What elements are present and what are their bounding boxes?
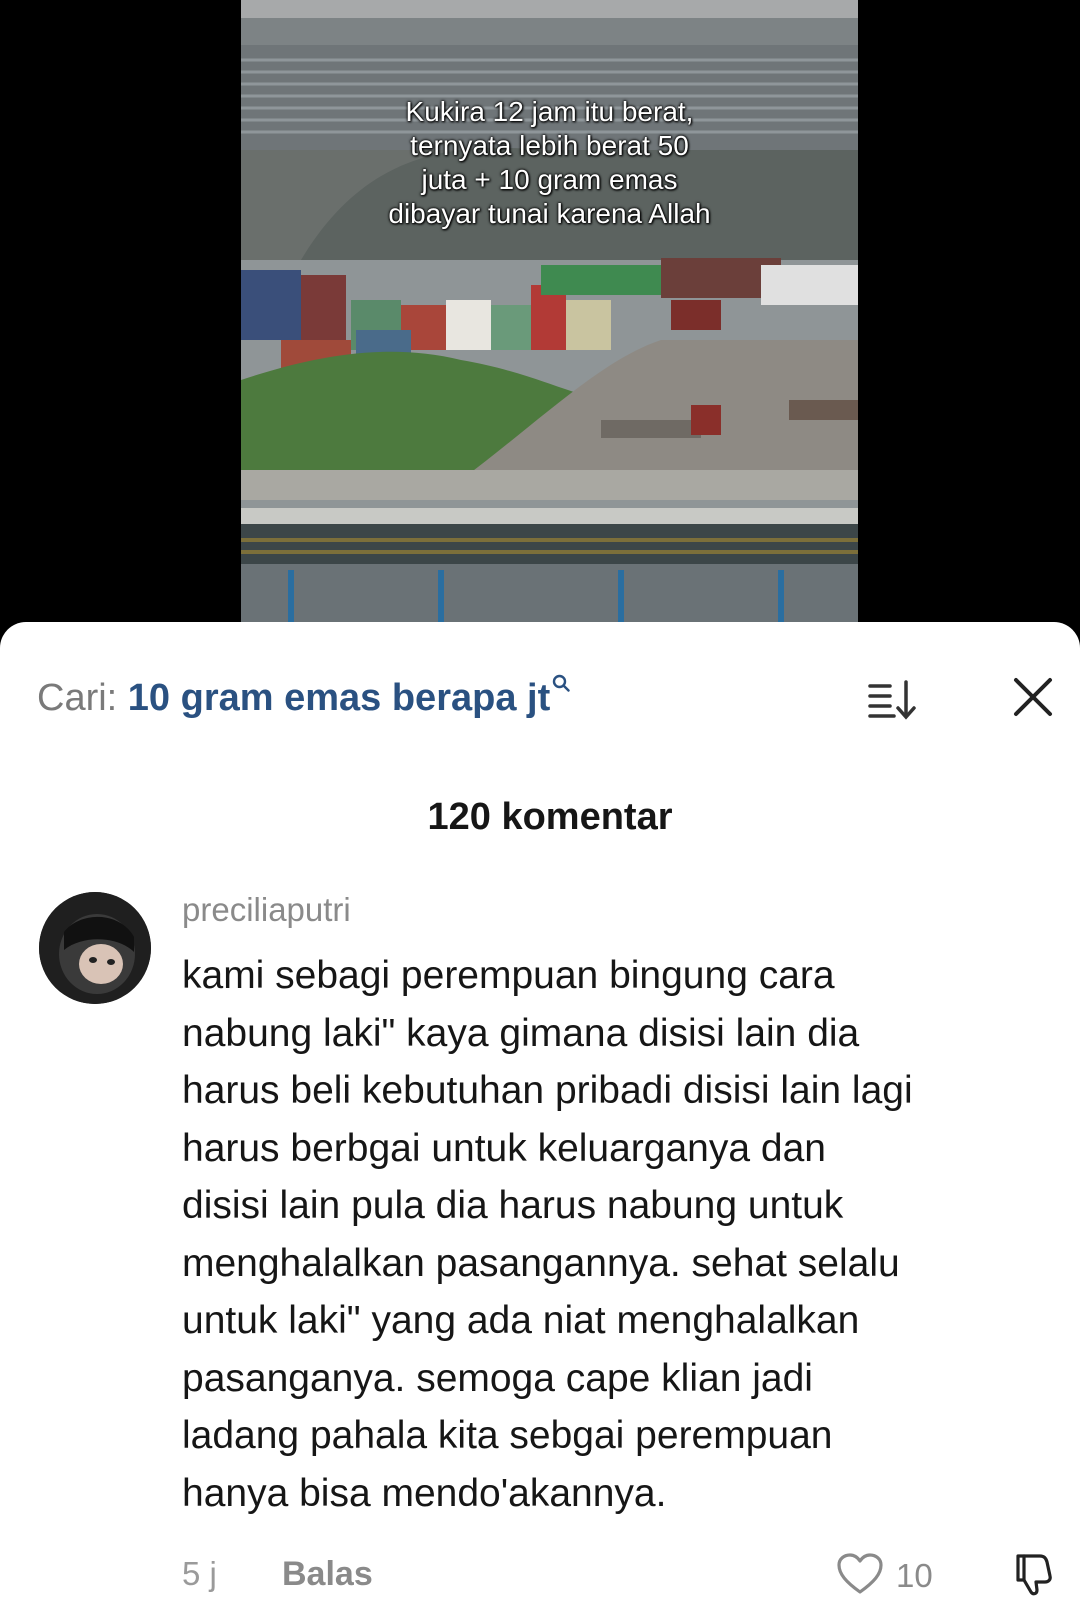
comment-line: harus beli kebutuhan pribadi disisi lain… [182, 1069, 913, 1112]
comments-sheet: Cari: 10 gram emas berapa jt 120 komenta… [0, 622, 1080, 1624]
video-caption: Kukira 12 jam itu berat, ternyata lebih … [241, 95, 858, 231]
comment-line: hanya bisa mendo'akannya. [182, 1471, 667, 1515]
video-scene [241, 0, 858, 624]
comment-line: ladang pahala kita sebgai perempuan [182, 1414, 833, 1457]
comment-line: disisi lain pula dia harus nabung untuk [182, 1184, 844, 1227]
search-icon[interactable] [552, 656, 570, 692]
comment-body: kami sebagi perempuan bingung cara nabun… [182, 947, 1072, 1522]
dislike-icon[interactable] [1010, 1550, 1058, 1598]
comment-line: pasanganya. semoga cape klian jadi [182, 1356, 813, 1400]
comment-line: untuk laki" yang ada niat menghalalkan [182, 1299, 860, 1342]
heart-icon[interactable] [836, 1552, 884, 1596]
search-suggestion[interactable]: Cari: 10 gram emas berapa jt [37, 674, 570, 722]
video-frame[interactable]: Kukira 12 jam itu berat, ternyata lebih … [241, 0, 858, 624]
comment-line: harus berbgai untuk keluarganya dan [182, 1126, 826, 1170]
sort-icon[interactable] [868, 678, 918, 722]
close-icon[interactable] [1010, 674, 1056, 720]
comment-line: nabung laki" kaya gimana disisi lain dia [182, 1011, 860, 1055]
reply-button[interactable]: Balas [282, 1554, 373, 1594]
avatar[interactable] [39, 892, 151, 1004]
comment-time: 5 j [182, 1555, 217, 1592]
video-caption-line: Kukira 12 jam itu berat, [405, 96, 694, 127]
search-prefix-label: Cari: [37, 677, 128, 719]
video-caption-line: dibayar tunai karena Allah [388, 198, 711, 229]
comments-count-title: 120 komentar [427, 796, 673, 838]
comment-line: menghalalkan pasangannya. sehat selalu [182, 1241, 900, 1285]
comment-username[interactable]: preciliaputri [182, 890, 351, 930]
search-query-link[interactable]: 10 gram emas berapa jt [128, 677, 550, 719]
like-count: 10 [896, 1557, 933, 1594]
video-caption-line: juta + 10 gram emas [421, 164, 678, 195]
comment-line: kami sebagi perempuan bingung cara [182, 954, 835, 997]
video-caption-line: ternyata lebih berat 50 [410, 130, 689, 161]
